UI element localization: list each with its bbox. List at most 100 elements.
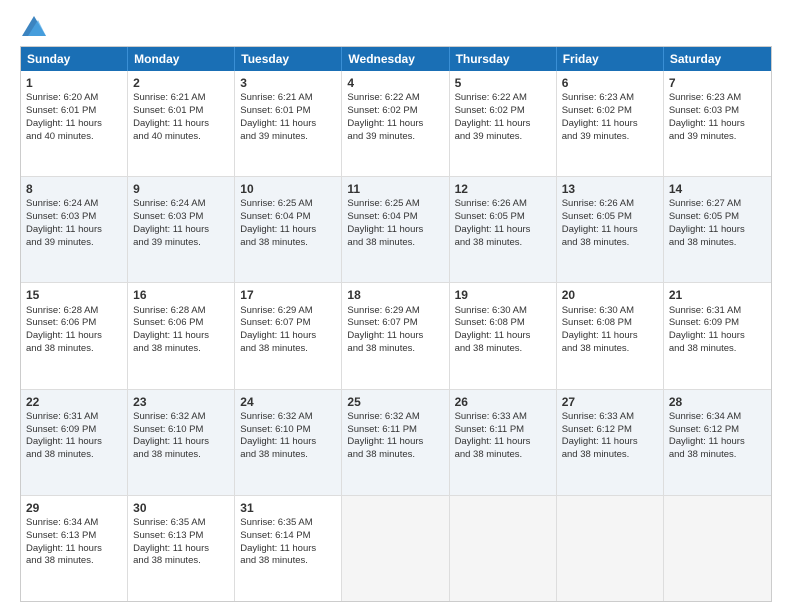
cell-line: and 39 minutes.: [26, 237, 94, 248]
cell-line: Sunrise: 6:31 AM: [669, 305, 741, 316]
cell-line: and 38 minutes.: [669, 343, 737, 354]
cal-cell-empty-4: [450, 496, 557, 601]
header-day-friday: Friday: [557, 47, 664, 71]
cell-line: Daylight: 11 hours: [669, 436, 745, 447]
cell-line: and 38 minutes.: [26, 555, 94, 566]
cell-line: Daylight: 11 hours: [669, 330, 745, 341]
cell-line: Daylight: 11 hours: [562, 436, 638, 447]
cell-line: Sunrise: 6:34 AM: [26, 517, 98, 528]
cell-line: Sunset: 6:01 PM: [133, 105, 203, 116]
calendar-header: SundayMondayTuesdayWednesdayThursdayFrid…: [21, 47, 771, 71]
day-number: 15: [26, 287, 122, 303]
cell-line: Daylight: 11 hours: [240, 330, 316, 341]
cell-line: Sunset: 6:04 PM: [240, 211, 310, 222]
cell-line: Sunrise: 6:24 AM: [26, 198, 98, 209]
header-day-wednesday: Wednesday: [342, 47, 449, 71]
cal-cell-26: 26Sunrise: 6:33 AMSunset: 6:11 PMDayligh…: [450, 390, 557, 495]
cell-line: Sunrise: 6:29 AM: [240, 305, 312, 316]
cell-line: and 38 minutes.: [562, 343, 630, 354]
day-number: 17: [240, 287, 336, 303]
cal-cell-empty-3: [342, 496, 449, 601]
cell-line: Sunset: 6:07 PM: [347, 317, 417, 328]
cell-line: Daylight: 11 hours: [240, 224, 316, 235]
cell-line: and 39 minutes.: [669, 131, 737, 142]
cell-line: and 38 minutes.: [347, 237, 415, 248]
cal-cell-6: 6Sunrise: 6:23 AMSunset: 6:02 PMDaylight…: [557, 71, 664, 176]
day-number: 24: [240, 394, 336, 410]
cell-line: and 38 minutes.: [26, 449, 94, 460]
cell-line: and 40 minutes.: [133, 131, 201, 142]
cell-line: Sunrise: 6:32 AM: [240, 411, 312, 422]
cell-line: and 38 minutes.: [240, 555, 308, 566]
cell-line: Daylight: 11 hours: [347, 118, 423, 129]
cell-line: and 39 minutes.: [347, 131, 415, 142]
day-number: 26: [455, 394, 551, 410]
day-number: 2: [133, 75, 229, 91]
cal-cell-25: 25Sunrise: 6:32 AMSunset: 6:11 PMDayligh…: [342, 390, 449, 495]
cell-line: Daylight: 11 hours: [455, 224, 531, 235]
day-number: 9: [133, 181, 229, 197]
cal-cell-7: 7Sunrise: 6:23 AMSunset: 6:03 PMDaylight…: [664, 71, 771, 176]
day-number: 13: [562, 181, 658, 197]
cell-line: Sunset: 6:03 PM: [133, 211, 203, 222]
page: SundayMondayTuesdayWednesdayThursdayFrid…: [0, 0, 792, 612]
cell-line: Sunset: 6:12 PM: [669, 424, 739, 435]
calendar-row-2: 15Sunrise: 6:28 AMSunset: 6:06 PMDayligh…: [21, 282, 771, 388]
cell-line: and 38 minutes.: [240, 449, 308, 460]
cell-line: Sunrise: 6:35 AM: [240, 517, 312, 528]
cell-line: Sunset: 6:05 PM: [455, 211, 525, 222]
cal-cell-30: 30Sunrise: 6:35 AMSunset: 6:13 PMDayligh…: [128, 496, 235, 601]
day-number: 28: [669, 394, 766, 410]
cell-line: Sunset: 6:06 PM: [26, 317, 96, 328]
cal-cell-17: 17Sunrise: 6:29 AMSunset: 6:07 PMDayligh…: [235, 283, 342, 388]
cell-line: Sunrise: 6:32 AM: [347, 411, 419, 422]
day-number: 25: [347, 394, 443, 410]
day-number: 14: [669, 181, 766, 197]
cal-cell-15: 15Sunrise: 6:28 AMSunset: 6:06 PMDayligh…: [21, 283, 128, 388]
cal-cell-4: 4Sunrise: 6:22 AMSunset: 6:02 PMDaylight…: [342, 71, 449, 176]
day-number: 1: [26, 75, 122, 91]
cell-line: Daylight: 11 hours: [240, 543, 316, 554]
cell-line: and 38 minutes.: [240, 343, 308, 354]
cell-line: Sunrise: 6:32 AM: [133, 411, 205, 422]
cal-cell-20: 20Sunrise: 6:30 AMSunset: 6:08 PMDayligh…: [557, 283, 664, 388]
day-number: 11: [347, 181, 443, 197]
cal-cell-1: 1Sunrise: 6:20 AMSunset: 6:01 PMDaylight…: [21, 71, 128, 176]
header-day-saturday: Saturday: [664, 47, 771, 71]
header-day-tuesday: Tuesday: [235, 47, 342, 71]
cell-line: Daylight: 11 hours: [347, 436, 423, 447]
day-number: 21: [669, 287, 766, 303]
cell-line: Daylight: 11 hours: [455, 436, 531, 447]
cell-line: Sunrise: 6:28 AM: [133, 305, 205, 316]
calendar-body: 1Sunrise: 6:20 AMSunset: 6:01 PMDaylight…: [21, 71, 771, 601]
cell-line: and 38 minutes.: [669, 237, 737, 248]
cal-cell-14: 14Sunrise: 6:27 AMSunset: 6:05 PMDayligh…: [664, 177, 771, 282]
cell-line: and 39 minutes.: [562, 131, 630, 142]
cell-line: Sunset: 6:02 PM: [347, 105, 417, 116]
cell-line: Sunset: 6:09 PM: [669, 317, 739, 328]
cal-cell-2: 2Sunrise: 6:21 AMSunset: 6:01 PMDaylight…: [128, 71, 235, 176]
calendar: SundayMondayTuesdayWednesdayThursdayFrid…: [20, 46, 772, 602]
cell-line: Sunrise: 6:23 AM: [562, 92, 634, 103]
cell-line: Sunset: 6:05 PM: [669, 211, 739, 222]
cell-line: Sunset: 6:01 PM: [240, 105, 310, 116]
cell-line: Sunrise: 6:35 AM: [133, 517, 205, 528]
cell-line: Daylight: 11 hours: [26, 224, 102, 235]
cell-line: Sunset: 6:02 PM: [562, 105, 632, 116]
cell-line: Sunset: 6:12 PM: [562, 424, 632, 435]
cell-line: Sunset: 6:14 PM: [240, 530, 310, 541]
cell-line: Daylight: 11 hours: [562, 224, 638, 235]
day-number: 5: [455, 75, 551, 91]
day-number: 29: [26, 500, 122, 516]
day-number: 23: [133, 394, 229, 410]
header-day-monday: Monday: [128, 47, 235, 71]
cell-line: Sunrise: 6:25 AM: [240, 198, 312, 209]
cell-line: Sunrise: 6:31 AM: [26, 411, 98, 422]
cell-line: Sunset: 6:02 PM: [455, 105, 525, 116]
cell-line: Sunset: 6:03 PM: [669, 105, 739, 116]
day-number: 27: [562, 394, 658, 410]
header-day-sunday: Sunday: [21, 47, 128, 71]
cell-line: Sunset: 6:06 PM: [133, 317, 203, 328]
cell-line: Sunset: 6:08 PM: [455, 317, 525, 328]
calendar-row-1: 8Sunrise: 6:24 AMSunset: 6:03 PMDaylight…: [21, 176, 771, 282]
